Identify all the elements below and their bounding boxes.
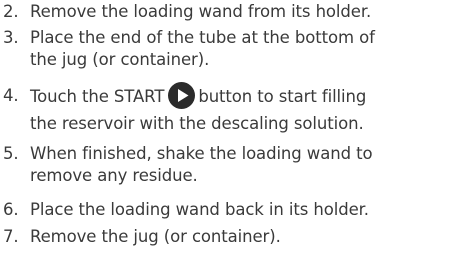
step-number: 7. [3, 227, 19, 246]
step-text-continued: remove any residue. [30, 166, 198, 185]
step-number: 3. [3, 28, 19, 47]
step-text-before-icon: Touch the START [30, 87, 165, 106]
step-text: Remove the jug (or container). [30, 227, 281, 246]
step-text: Touch the START button to start filling [30, 82, 367, 111]
step-text-after-icon: button to start filling [198, 87, 367, 106]
step-text: Place the end of the tube at the bottom … [30, 28, 375, 47]
play-icon [168, 82, 196, 109]
step-number: 6. [3, 200, 19, 219]
step-text-continued: the reservoir with the descaling solutio… [30, 114, 364, 133]
step-text: When finished, shake the loading wand to [30, 144, 373, 163]
step-number: 2. [3, 2, 19, 21]
step-number: 4. [3, 86, 19, 105]
step-text-continued: the jug (or container). [30, 50, 210, 69]
step-number: 5. [3, 144, 19, 163]
step-text: Place the loading wand back in its holde… [30, 200, 369, 219]
step-text: Remove the loading wand from its holder. [30, 2, 372, 21]
